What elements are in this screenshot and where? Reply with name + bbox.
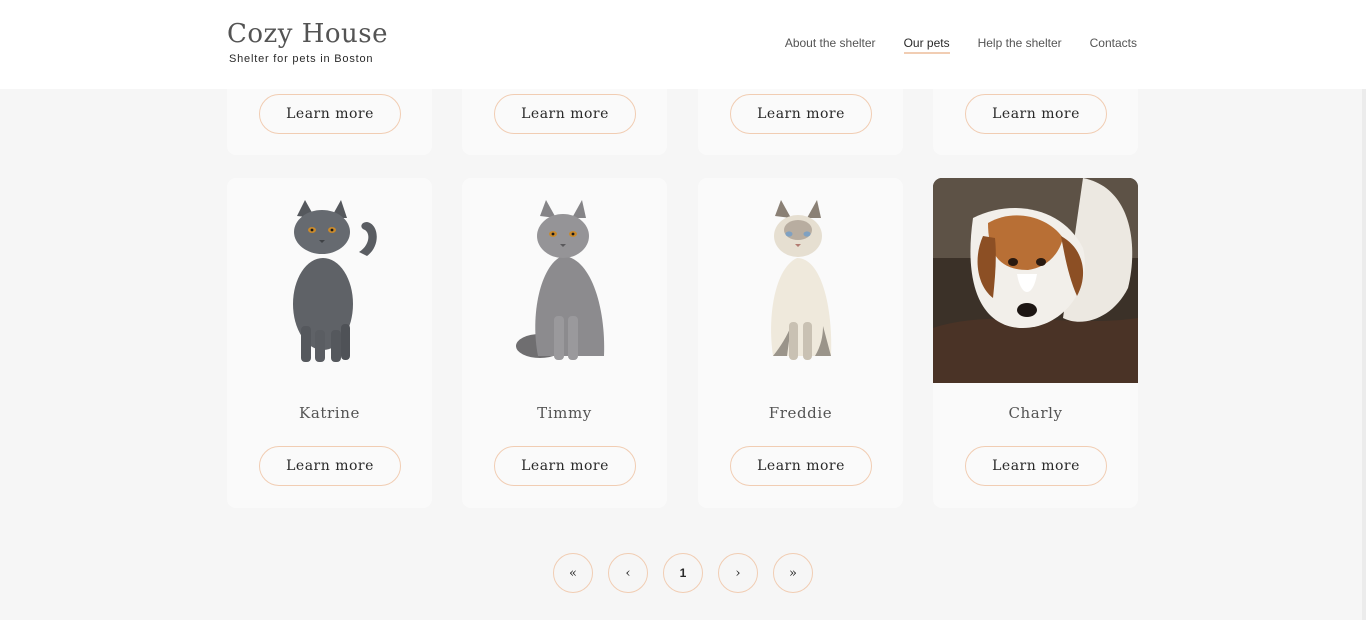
learn-more-button[interactable]: Learn more [965, 94, 1107, 134]
pet-photo-freddie [698, 178, 903, 383]
learn-more-button[interactable]: Learn more [730, 94, 872, 134]
site-header: Cozy House Shelter for pets in Boston Ab… [0, 0, 1366, 89]
pets-grid: Learn more Learn more Learn more Learn m… [227, 0, 1138, 620]
nav-help[interactable]: Help the shelter [978, 36, 1062, 52]
learn-more-button[interactable]: Learn more [494, 446, 636, 486]
pet-card-timmy[interactable]: Timmy Learn more [462, 178, 667, 508]
pet-photo-katrine [227, 178, 432, 383]
gray-cat-standing-icon [292, 199, 377, 362]
pet-card-freddie[interactable]: Freddie Learn more [698, 178, 903, 508]
logo[interactable]: Cozy House Shelter for pets in Boston [227, 19, 388, 65]
pet-name: Charly [1008, 404, 1063, 422]
pet-card-katrine[interactable]: Katrine Learn more [227, 178, 432, 508]
pagination: « ‹ 1 › » [553, 553, 813, 593]
pet-name: Katrine [299, 404, 360, 422]
learn-more-button[interactable]: Learn more [730, 446, 872, 486]
siamese-cat-sitting-icon [770, 199, 831, 360]
pet-card-charly[interactable]: Charly Learn more [933, 178, 1138, 508]
learn-more-button[interactable]: Learn more [259, 446, 401, 486]
nav-contacts[interactable]: Contacts [1090, 36, 1137, 52]
dog-lying-photo-icon [933, 178, 1138, 383]
nav-our-pets[interactable]: Our pets [903, 36, 950, 54]
first-page-button[interactable]: « [553, 553, 593, 593]
scrollbar[interactable] [1362, 0, 1366, 620]
main-nav: About the shelter Our pets Help the shel… [785, 36, 1137, 54]
learn-more-button[interactable]: Learn more [494, 94, 636, 134]
logo-subtitle: Shelter for pets in Boston [229, 53, 374, 65]
current-page-button[interactable]: 1 [663, 553, 703, 593]
learn-more-button[interactable]: Learn more [965, 446, 1107, 486]
pet-photo-timmy [462, 178, 667, 383]
prev-page-button[interactable]: ‹ [608, 553, 648, 593]
logo-title: Cozy House [227, 19, 388, 49]
learn-more-button[interactable]: Learn more [259, 94, 401, 134]
nav-about[interactable]: About the shelter [785, 36, 876, 52]
pet-name: Freddie [768, 404, 833, 422]
pet-name: Timmy [537, 404, 592, 422]
pet-photo-charly [933, 178, 1138, 383]
last-page-button[interactable]: » [773, 553, 813, 593]
gray-cat-sitting-icon [515, 199, 604, 360]
next-page-button[interactable]: › [718, 553, 758, 593]
